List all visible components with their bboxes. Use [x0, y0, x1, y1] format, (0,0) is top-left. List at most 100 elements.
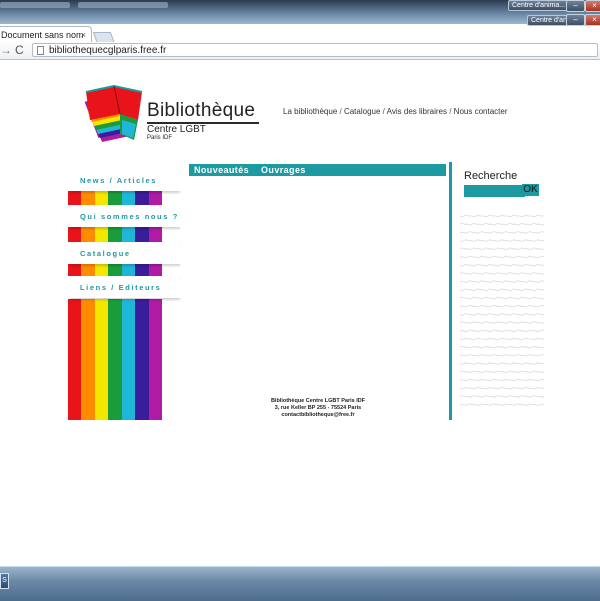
handwriting-line: [460, 280, 545, 283]
rainbow-band: [148, 299, 162, 420]
handwriting-line: [460, 329, 545, 332]
brand-location: Paris IDF: [147, 135, 173, 141]
os-faded-tab: [0, 2, 70, 8]
handwriting-line: [459, 223, 545, 226]
rainbow-band: [81, 226, 95, 242]
rainbow-band: [81, 299, 95, 420]
nav-link-avis-libraires[interactable]: Avis des libraires: [387, 107, 447, 116]
handwriting-line: [460, 231, 545, 234]
top-navigation: La bibliothèque / Catalogue / Avis des l…: [283, 107, 507, 116]
rainbow-band: [121, 226, 136, 242]
handwriting-line: [460, 354, 545, 357]
rainbow-band: [148, 226, 162, 242]
rainbow-band: [81, 189, 95, 205]
tab-ouvrages[interactable]: Ouvrages: [261, 165, 306, 175]
content-tabs-bar: Nouveautés Ouvrages: [189, 164, 446, 176]
tab-title: Document sans nom: [1, 30, 84, 40]
minimize-icon[interactable]: –: [566, 14, 585, 26]
os-titlebar: Centre d'anima... Centre d'anima... – × …: [0, 0, 600, 26]
nav-link-bibliotheque[interactable]: La bibliothèque: [283, 107, 337, 116]
search-input[interactable]: [464, 185, 525, 197]
nav-link-catalogue[interactable]: Catalogue: [344, 107, 380, 116]
rainbow-stripe: [68, 264, 162, 276]
handwriting-line: [459, 305, 545, 308]
footer-email[interactable]: contactbibliotheque@free.fr: [240, 412, 396, 419]
rainbow-band: [121, 264, 136, 276]
rainbow-band: [148, 264, 162, 276]
handwriting-line: [460, 255, 545, 259]
rainbow-band: [94, 264, 109, 276]
nav-link-contact[interactable]: Nous contacter: [454, 107, 508, 116]
handwriting-line: [459, 288, 544, 291]
vertical-divider: [449, 162, 452, 420]
handwriting-line: [459, 272, 545, 275]
handwriting-line: [459, 362, 544, 365]
os-taskbar-button[interactable]: Centre d'anima...: [508, 0, 570, 11]
rainbow-band: [68, 226, 82, 242]
rainbow-band: [68, 299, 82, 420]
handwriting-decoration: [459, 214, 545, 406]
rainbow-band: [121, 189, 136, 205]
reload-icon[interactable]: C: [15, 42, 24, 59]
handwriting-line: [459, 296, 545, 300]
search-label: Recherche: [464, 170, 518, 182]
nav-separator: /: [447, 107, 454, 116]
rainbow-stripe: [68, 189, 162, 205]
footer-line: 3, rue Keller BP 255 - 75524 Paris: [274, 405, 362, 411]
sidebar-item-links[interactable]: Liens / Editeurs: [68, 277, 186, 298]
tab-close-icon[interactable]: ×: [81, 27, 86, 43]
brand-subtitle: Centre LGBT: [147, 124, 206, 135]
taskbar-item[interactable]: S: [0, 573, 9, 589]
rainbow-band: [68, 264, 82, 276]
rainbow-band: [135, 226, 149, 242]
sidebar-item-catalogue[interactable]: Catalogue: [68, 243, 186, 264]
rainbow-band: [94, 189, 109, 205]
url-text: bibliothequecglparis.free.fr: [49, 45, 167, 56]
close-icon[interactable]: ×: [585, 0, 600, 12]
sidebar-item-news[interactable]: News / Articles: [68, 170, 186, 191]
handwriting-line: [459, 264, 544, 267]
handwriting-line: [459, 239, 544, 242]
rainbow-band: [94, 226, 109, 242]
handwriting-line: [459, 321, 545, 324]
rainbow-band: [108, 299, 122, 420]
library-logo-icon[interactable]: [80, 84, 150, 146]
os-taskbar: S: [0, 566, 600, 601]
handwriting-line: [460, 403, 545, 406]
brand-title: Bibliothèque: [147, 100, 256, 121]
handwriting-line: [460, 378, 545, 382]
handwriting-line: [459, 395, 545, 398]
search-ok-button[interactable]: OK: [522, 184, 539, 196]
handwriting-line: [459, 370, 545, 373]
rainbow-band: [108, 264, 122, 276]
rainbow-band: [81, 264, 95, 276]
footer-address: Bibliothèque Centre LGBT Paris IDF 3, ru…: [240, 398, 396, 419]
handwriting-line: [459, 247, 545, 250]
rainbow-band: [135, 264, 149, 276]
handwriting-line: [459, 387, 544, 390]
rainbow-column: [68, 299, 162, 420]
rainbow-band: [135, 189, 149, 205]
rainbow-band: [121, 299, 136, 420]
rainbow-band: [135, 299, 149, 420]
page-icon: [37, 46, 44, 55]
close-icon[interactable]: ×: [585, 14, 600, 26]
browser-tab[interactable]: Document sans nom ×: [0, 26, 92, 42]
handwriting-line: [459, 313, 544, 316]
handwriting-line: [459, 346, 545, 349]
rainbow-band: [148, 189, 162, 205]
sidebar-item-about[interactable]: Qui sommes nous ?: [68, 206, 186, 227]
tab-nouveautes[interactable]: Nouveautés: [194, 165, 249, 175]
handwriting-line: [459, 214, 544, 218]
handwriting-line: [459, 337, 544, 341]
footer-line: Bibliothèque Centre LGBT Paris IDF: [270, 398, 366, 404]
os-faded-tab: [78, 2, 168, 8]
forward-icon[interactable]: →: [0, 42, 12, 59]
rainbow-band: [108, 189, 122, 205]
browser-toolbar: → C bibliothequecglparis.free.fr: [0, 42, 600, 60]
rainbow-stripe: [68, 226, 162, 242]
address-bar[interactable]: bibliothequecglparis.free.fr: [32, 43, 598, 57]
minimize-icon[interactable]: –: [566, 0, 585, 12]
rainbow-band: [94, 299, 109, 420]
rainbow-band: [68, 189, 82, 205]
